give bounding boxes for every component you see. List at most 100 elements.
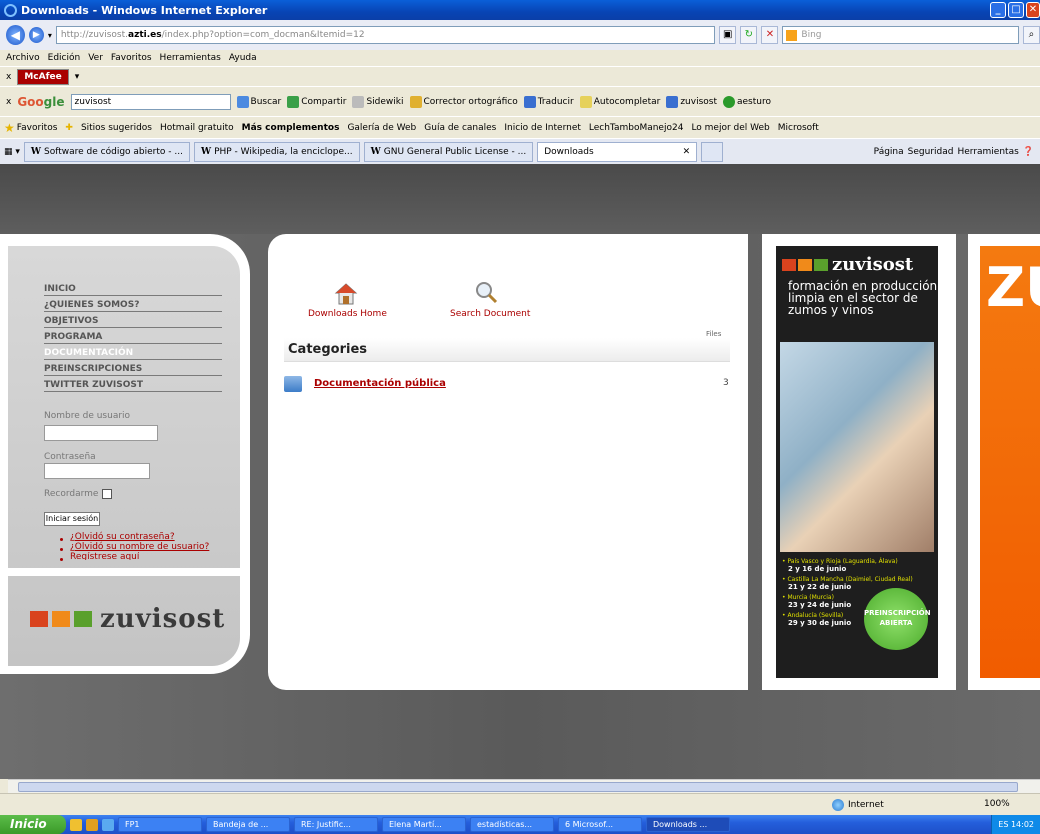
downloads-home-link[interactable]: Downloads Home [308, 309, 387, 319]
safety-menu[interactable]: Seguridad [908, 147, 954, 157]
task-estadisticas[interactable]: estadísticas... [470, 817, 554, 832]
folder-quicklaunch-icon[interactable] [86, 818, 98, 831]
new-tab-button[interactable] [701, 141, 724, 162]
sidewiki-icon [352, 95, 365, 108]
password-input[interactable] [44, 463, 150, 479]
category-link[interactable]: Documentación pública [314, 378, 446, 389]
preinscription-badge[interactable]: PREINSCRIPCIÓN ABIERTA [864, 588, 931, 650]
close-tab-icon[interactable]: ✕ [683, 143, 691, 161]
search-input[interactable]: Bing [782, 26, 1019, 44]
maximize-button[interactable]: □ [1008, 2, 1024, 18]
nav-twitter[interactable]: TWITTER ZUVISOST [44, 380, 222, 392]
menu-archivo[interactable]: Archivo [6, 53, 40, 63]
nav-objetivos[interactable]: OBJETIVOS [44, 316, 222, 328]
forgot-username-link[interactable]: ¿Olvidó su nombre de usuario? [70, 542, 209, 552]
page-viewport[interactable]: INICIO ¿QUIENES SOMOS? OBJETIVOS PROGRAM… [0, 164, 1040, 779]
aesturo-button[interactable]: aesturo [723, 95, 771, 108]
task-elena[interactable]: Elena Martí... [382, 817, 466, 832]
tab-gnu[interactable]: W GNU General Public License - ... [363, 141, 534, 162]
minimize-button[interactable]: _ [990, 2, 1006, 18]
address-bar[interactable]: http://zuvisost. azti.es/index.php?option… [55, 26, 716, 44]
tab-downloads[interactable]: Downloads ✕ [537, 141, 698, 162]
fav-item[interactable]: Lo mejor del Web [691, 123, 769, 133]
quicklaunch-icon[interactable] [70, 818, 82, 831]
title-bar: Downloads - Windows Internet Explorer _ … [0, 0, 1040, 20]
quick-tabs-icon[interactable]: ▦ ▾ [4, 147, 20, 157]
horizontal-scrollbar[interactable] [8, 779, 1040, 793]
register-link[interactable]: Regístrese aquí [70, 552, 139, 560]
fav-item[interactable]: Galería de Web [347, 123, 416, 133]
folder-icon [284, 376, 302, 392]
remember-checkbox[interactable] [102, 489, 112, 499]
spellcheck-button[interactable]: Corrector ortográfico [409, 95, 518, 108]
google-search-input[interactable]: zuvisost [70, 93, 231, 110]
task-microsoft[interactable]: 6 Microsof... [558, 817, 642, 832]
search-document-link[interactable]: Search Document [450, 309, 530, 319]
add-favorite-icon[interactable]: ✚ [65, 123, 73, 133]
tools-menu[interactable]: Herramientas [957, 147, 1018, 157]
translate-button[interactable]: Traducir [523, 95, 574, 108]
fav-item[interactable]: Guía de canales [424, 123, 496, 133]
fav-item[interactable]: Sitios sugeridos [81, 123, 152, 133]
fav-item[interactable]: Más complementos [242, 123, 340, 133]
task-fp1[interactable]: FP1 [118, 817, 202, 832]
share-icon [287, 95, 300, 108]
fav-item[interactable]: Inicio de Internet [504, 123, 581, 133]
close-toolbar-icon[interactable]: x [6, 97, 11, 107]
compat-view-icon[interactable]: ▣ [719, 26, 737, 44]
google-share-button[interactable]: Compartir [287, 95, 346, 108]
security-zone[interactable]: Internet [832, 799, 884, 811]
tab-software[interactable]: W Software de código abierto - ... [23, 141, 190, 162]
zuvisost-search-button[interactable]: zuvisost [666, 95, 717, 108]
orange-banner[interactable]: ZU [980, 246, 1040, 678]
login-button[interactable]: Iniciar sesión [44, 512, 100, 526]
scrollbar-thumb[interactable] [18, 782, 1018, 792]
tab-php[interactable]: W PHP - Wikipedia, la enciclope... [193, 141, 360, 162]
task-re-justific[interactable]: RE: Justific... [294, 817, 378, 832]
fav-item[interactable]: Hotmail gratuito [160, 123, 234, 133]
event-dates: 21 y 22 de junio [788, 583, 852, 591]
menu-ayuda[interactable]: Ayuda [229, 53, 257, 63]
close-button[interactable]: ✕ [1026, 2, 1040, 18]
username-label: Nombre de usuario [44, 411, 131, 421]
bullet-icon [60, 558, 63, 561]
menu-herramientas[interactable]: Herramientas [160, 53, 221, 63]
help-icon[interactable]: ❓ [1023, 147, 1034, 157]
autofill-button[interactable]: Autocompletar [579, 95, 660, 108]
zuvisost-banner[interactable]: zuvisost formación en producción limpia … [776, 246, 938, 678]
task-downloads[interactable]: Downloads ... [646, 817, 730, 832]
search-document-icon[interactable] [474, 280, 498, 304]
search-icon[interactable]: ⌕ [1022, 26, 1040, 44]
task-bandeja[interactable]: Bandeja de ... [206, 817, 290, 832]
back-button[interactable]: ◀ [6, 25, 25, 45]
mcafee-dropdown-icon[interactable]: ▾ [75, 72, 80, 82]
fav-item[interactable]: LechTamboManejo24 [589, 123, 684, 133]
stop-icon[interactable]: ✕ [761, 26, 779, 44]
favorites-button[interactable]: ★ Favoritos [4, 121, 57, 135]
menu-favoritos[interactable]: Favoritos [111, 53, 152, 63]
system-tray[interactable]: ES 14:02 [991, 815, 1040, 834]
sidewiki-button[interactable]: Sidewiki [352, 95, 404, 108]
page-menu[interactable]: Página [874, 147, 904, 157]
nav-preinscripciones[interactable]: PREINSCRIPCIONES [44, 364, 222, 376]
mcafee-button[interactable]: McAfee [17, 68, 69, 85]
close-toolbar-icon[interactable]: x [6, 72, 11, 82]
start-button[interactable]: Inicio [0, 815, 66, 834]
forgot-password-link[interactable]: ¿Olvidó su contraseña? [70, 532, 175, 542]
ie-quicklaunch-icon[interactable] [102, 818, 114, 831]
zoom-level[interactable]: 100% [984, 799, 1010, 809]
history-dropdown-icon[interactable]: ▾ [48, 31, 52, 40]
menu-ver[interactable]: Ver [88, 53, 103, 63]
nav-quienes-somos[interactable]: ¿QUIENES SOMOS? [44, 300, 222, 312]
nav-programa[interactable]: PROGRAMA [44, 332, 222, 344]
google-search-button[interactable]: Buscar [236, 95, 281, 108]
nav-documentacion[interactable]: DOCUMENTACIÓN [44, 348, 222, 360]
banner-photo [780, 342, 934, 552]
home-icon[interactable] [334, 282, 358, 306]
menu-edicion[interactable]: Edición [48, 53, 81, 63]
username-input[interactable] [44, 425, 158, 441]
nav-inicio[interactable]: INICIO [44, 284, 222, 296]
forward-button[interactable]: ▶ [28, 27, 44, 43]
refresh-icon[interactable]: ↻ [740, 26, 758, 44]
fav-item[interactable]: Microsoft [778, 123, 819, 133]
